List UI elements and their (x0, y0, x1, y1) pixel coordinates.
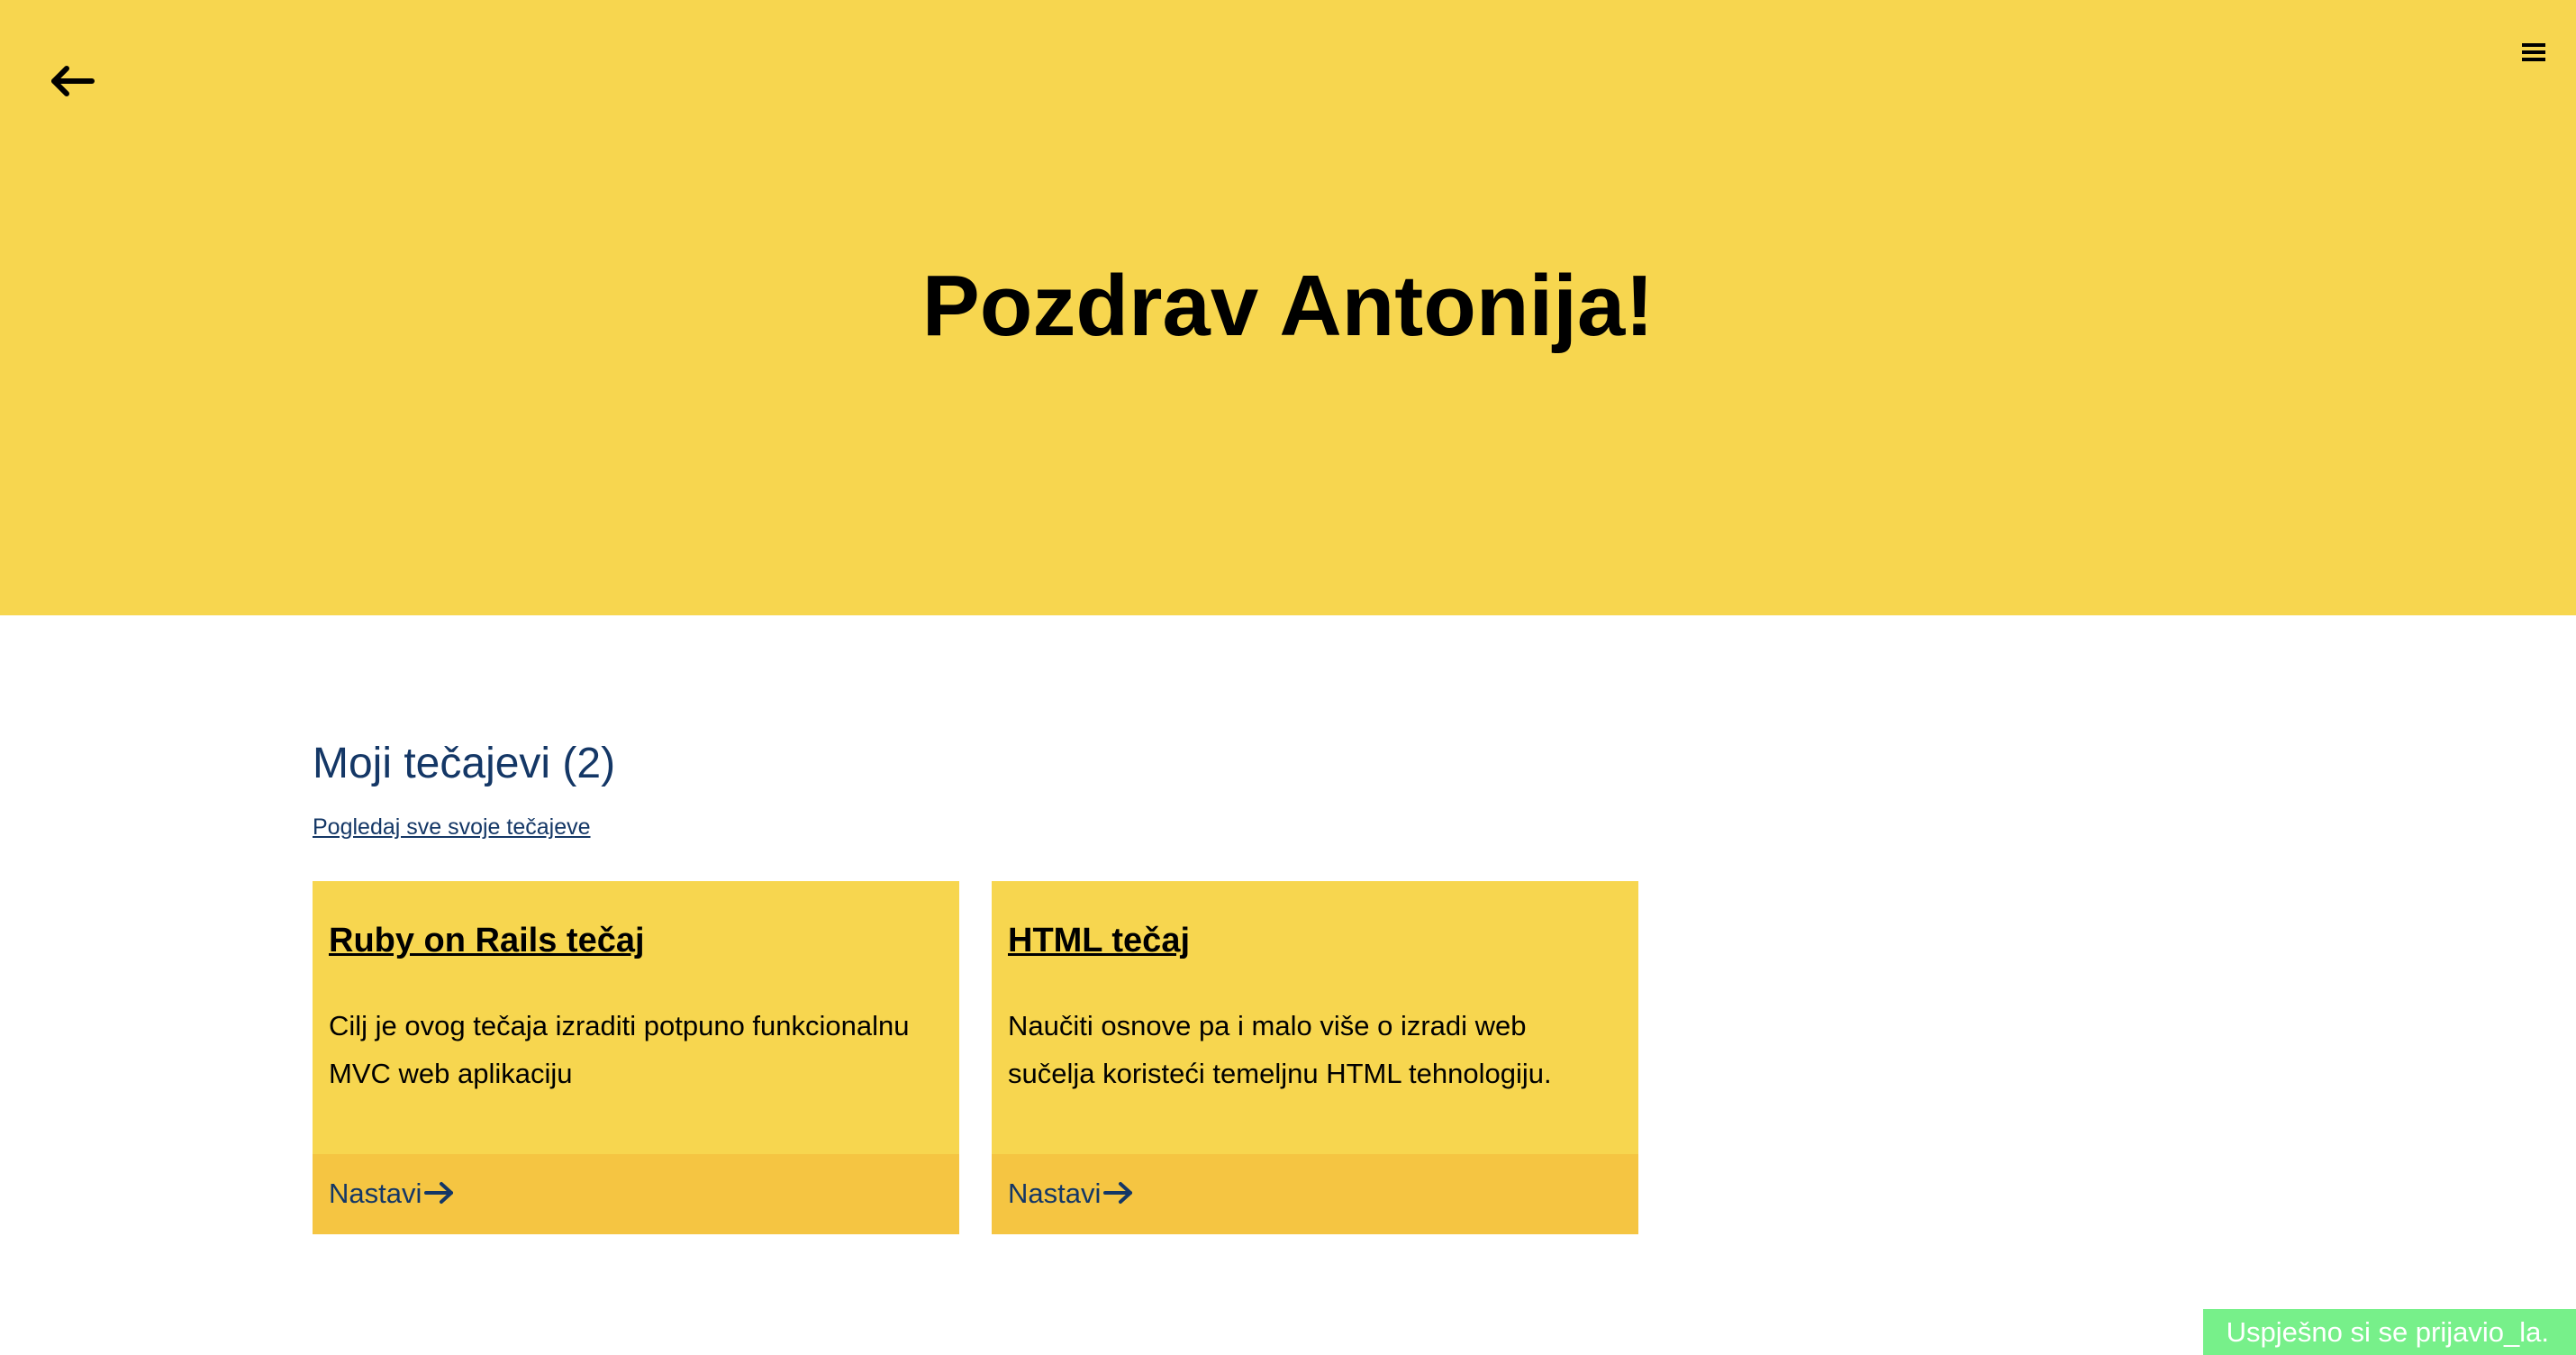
course-description: Naučiti osnove pa i malo više o izradi w… (1008, 1010, 1552, 1089)
my-courses-heading: Moji tečajevi (2) (313, 740, 616, 787)
course-title-link[interactable]: HTML tečaj (1008, 919, 1190, 962)
course-card: Ruby on Rails tečaj Cilj je ovog tečaja … (313, 881, 959, 1234)
hero-header: Pozdrav Antonija! (0, 0, 2576, 615)
continue-label: Nastavi (1008, 1178, 1102, 1209)
continue-button[interactable]: Nastavi (992, 1154, 1638, 1234)
toast-message: Uspješno si se prijavio_la. (2226, 1316, 2549, 1348)
course-title-link[interactable]: Ruby on Rails tečaj (329, 919, 645, 962)
view-all-courses-link[interactable]: Pogledaj sve svoje tečajeve (313, 813, 591, 841)
arrow-right-icon (424, 1182, 453, 1204)
menu-button[interactable] (2518, 36, 2551, 68)
course-card: HTML tečaj Naučiti osnove pa i malo više… (992, 881, 1638, 1234)
arrow-right-icon (1103, 1182, 1132, 1204)
back-button[interactable] (47, 56, 97, 106)
hamburger-menu-icon (2522, 43, 2545, 61)
page-title: Pozdrav Antonija! (921, 258, 1655, 354)
success-toast: Uspješno si se prijavio_la. (2203, 1309, 2576, 1355)
arrow-left-icon (51, 66, 95, 96)
continue-label: Nastavi (329, 1178, 422, 1209)
course-description: Cilj je ovog tečaja izraditi potpuno fun… (329, 1010, 910, 1089)
continue-button[interactable]: Nastavi (313, 1154, 959, 1234)
